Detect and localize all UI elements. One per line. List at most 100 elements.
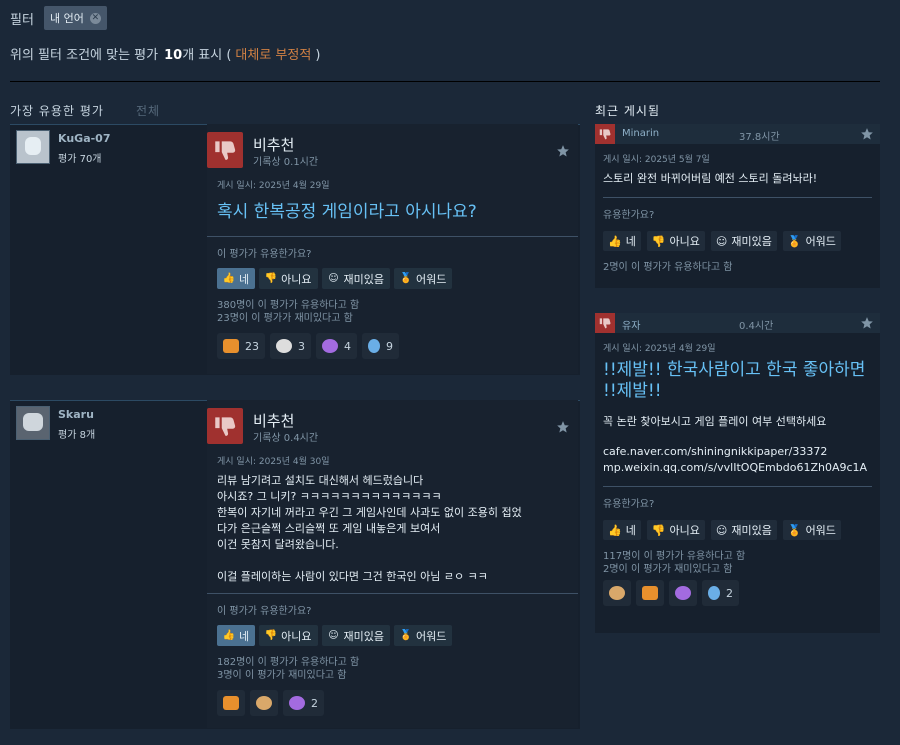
vote-no-button[interactable]: 👎 아니요 bbox=[646, 231, 705, 251]
avatar[interactable] bbox=[16, 406, 50, 440]
helpful-count: 182명이 이 평가가 유용하다고 함 bbox=[217, 657, 360, 668]
vote-no-label: 아니요 bbox=[669, 235, 700, 248]
star-icon[interactable] bbox=[860, 316, 874, 330]
playtime: 기록상 0.4시간 bbox=[253, 433, 319, 444]
thumbs-down-icon: 👎 bbox=[651, 523, 666, 537]
star-icon[interactable] bbox=[556, 420, 570, 434]
thumbs-down-icon[interactable] bbox=[595, 124, 615, 144]
vote-funny-button[interactable]: ☺ 재미있음 bbox=[321, 625, 390, 646]
summary-prefix: 위의 필터 조건에 맞는 평가 bbox=[10, 48, 159, 63]
review-card: Skaru 평가 8개 비추천 기록상 0.4시간 게시 일시: 2025년 4… bbox=[10, 400, 580, 729]
award-hand[interactable] bbox=[636, 580, 664, 606]
ribbon-icon bbox=[708, 586, 720, 600]
award-hand[interactable] bbox=[217, 690, 245, 716]
funny-count: 3명이 이 평가가 재미있다고 함 bbox=[217, 670, 347, 681]
review-text: 꼭 논란 찾아보시고 게임 플레이 여부 선택하세요 bbox=[603, 415, 827, 428]
thumbs-up-icon: 👍 bbox=[222, 630, 236, 641]
heart-icon bbox=[322, 339, 338, 353]
funny-count: 23명이 이 평가가 재미있다고 함 bbox=[217, 313, 353, 324]
pointing-hand-icon bbox=[642, 586, 658, 600]
verdict[interactable]: 비추천 bbox=[253, 134, 294, 155]
verdict[interactable]: 비추천 bbox=[253, 410, 294, 431]
summary-sentiment[interactable]: 대체로 부정적 bbox=[235, 44, 311, 63]
star-icon[interactable] bbox=[860, 127, 874, 141]
award-icon: 🏅 bbox=[787, 523, 802, 537]
posted-date: 게시 일시: 2025년 5월 7일 bbox=[603, 155, 710, 165]
review-text: 리뷰 남기려고 설치도 대신해서 헤드렀습니다 아시죠? 그 니키? ㅋㅋㅋㅋㅋ… bbox=[217, 474, 522, 583]
helpful-count: 380명이 이 평가가 유용하다고 함 bbox=[217, 300, 360, 311]
award-cookie[interactable] bbox=[250, 690, 278, 716]
award-label: 어워드 bbox=[415, 629, 447, 643]
vote-funny-label: 재미있음 bbox=[343, 272, 384, 286]
recent-section-title: 최근 게시됨 bbox=[595, 104, 661, 118]
recent-review-card: 유자 0.4시간 게시 일시: 2025년 4월 29일 !!제발!! 한국사람… bbox=[595, 313, 880, 633]
link-2[interactable]: mp.weixin.qq.com/s/vvlItOQEmbdo61Zh0A9c1… bbox=[603, 460, 872, 476]
award-hand[interactable]: 23 bbox=[217, 333, 265, 359]
award-heart[interactable]: 2 bbox=[283, 690, 324, 716]
wings-icon bbox=[276, 339, 292, 353]
pointing-hand-icon bbox=[223, 339, 239, 353]
vote-yes-button[interactable]: 👍 네 bbox=[603, 231, 641, 251]
award-button[interactable]: 🏅 어워드 bbox=[782, 520, 841, 540]
award-icon: 🏅 bbox=[399, 630, 413, 641]
award-wings[interactable]: 3 bbox=[270, 333, 311, 359]
vote-yes-button[interactable]: 👍 네 bbox=[217, 268, 256, 289]
summary-suffix: 개 표시 ( bbox=[182, 48, 232, 63]
cookie-icon bbox=[256, 696, 272, 710]
thumbs-down-icon[interactable] bbox=[207, 408, 243, 444]
thumbs-up-icon: 👍 bbox=[608, 523, 622, 537]
award-count: 2 bbox=[311, 696, 318, 710]
filter-label: 필터 bbox=[10, 13, 34, 28]
vote-no-label: 아니요 bbox=[281, 629, 312, 643]
thumbs-down-icon[interactable] bbox=[595, 313, 615, 333]
funny-count: 2명이 이 평가가 재미있다고 함 bbox=[603, 564, 733, 575]
link-1[interactable]: cafe.naver.com/shiningnikkipaper/33372 bbox=[603, 444, 872, 460]
user-review-count[interactable]: 평가 70개 bbox=[58, 150, 102, 165]
award-heart[interactable] bbox=[669, 580, 697, 606]
close-icon[interactable]: ✕ bbox=[89, 12, 101, 24]
award-ribbon[interactable]: 2 bbox=[702, 580, 739, 606]
review-card: KuGa-07 평가 70개 비추천 기록상 0.1시간 게시 일시: 2025… bbox=[10, 124, 580, 375]
vote-yes-label: 네 bbox=[239, 272, 250, 286]
helpful-question: 이 평가가 유용한가요? bbox=[217, 249, 312, 260]
language-filter-chip[interactable]: 내 언어 ✕ bbox=[44, 6, 107, 30]
tab-all[interactable]: 전체 bbox=[136, 102, 160, 119]
helpful-count: 117명이 이 평가가 유용하다고 함 bbox=[603, 551, 746, 562]
smiley-icon: ☺ bbox=[715, 523, 728, 537]
username[interactable]: 유자 bbox=[622, 317, 640, 332]
review-text: 스토리 완전 바뀌어버림 예전 스토리 돌려놔라! bbox=[603, 172, 818, 185]
vote-yes-button[interactable]: 👍 네 bbox=[217, 625, 256, 646]
award-cookie[interactable] bbox=[603, 580, 631, 606]
username[interactable]: Minarin bbox=[622, 128, 659, 139]
smiley-icon: ☺ bbox=[328, 630, 339, 641]
vote-funny-button[interactable]: ☺ 재미있음 bbox=[710, 520, 777, 540]
award-button[interactable]: 🏅 어워드 bbox=[393, 625, 453, 646]
vote-no-button[interactable]: 👎 아니요 bbox=[646, 520, 705, 540]
award-button[interactable]: 🏅 어워드 bbox=[782, 231, 841, 251]
heart-icon bbox=[289, 696, 305, 710]
award-button[interactable]: 🏅 어워드 bbox=[393, 268, 453, 289]
vote-funny-button[interactable]: ☺ 재미있음 bbox=[710, 231, 777, 251]
username[interactable]: KuGa-07 bbox=[58, 132, 111, 145]
playtime: 37.8시간 bbox=[739, 132, 780, 143]
vote-yes-button[interactable]: 👍 네 bbox=[603, 520, 641, 540]
user-review-count[interactable]: 평가 8개 bbox=[58, 426, 95, 441]
tab-most-helpful[interactable]: 가장 유용한 평가 bbox=[10, 102, 104, 119]
award-count: 23 bbox=[245, 339, 259, 353]
vote-no-button[interactable]: 👎 아니요 bbox=[259, 268, 318, 289]
avatar[interactable] bbox=[16, 130, 50, 164]
playtime: 기록상 0.1시간 bbox=[253, 157, 319, 168]
playtime: 0.4시간 bbox=[739, 321, 774, 332]
username[interactable]: Skaru bbox=[58, 408, 94, 421]
vote-no-button[interactable]: 👎 아니요 bbox=[259, 625, 318, 646]
thumbs-down-icon[interactable] bbox=[207, 132, 243, 168]
star-icon[interactable] bbox=[556, 144, 570, 158]
vote-yes-label: 네 bbox=[625, 524, 636, 537]
summary-count: 10 bbox=[164, 48, 183, 63]
award-heart[interactable]: 4 bbox=[316, 333, 357, 359]
award-ribbon[interactable]: 9 bbox=[362, 333, 399, 359]
pointing-hand-icon bbox=[223, 696, 239, 710]
helpful-count: 2명이 이 평가가 유용하다고 함 bbox=[603, 262, 733, 273]
vote-no-label: 아니요 bbox=[281, 272, 312, 286]
vote-funny-button[interactable]: ☺ 재미있음 bbox=[321, 268, 390, 289]
